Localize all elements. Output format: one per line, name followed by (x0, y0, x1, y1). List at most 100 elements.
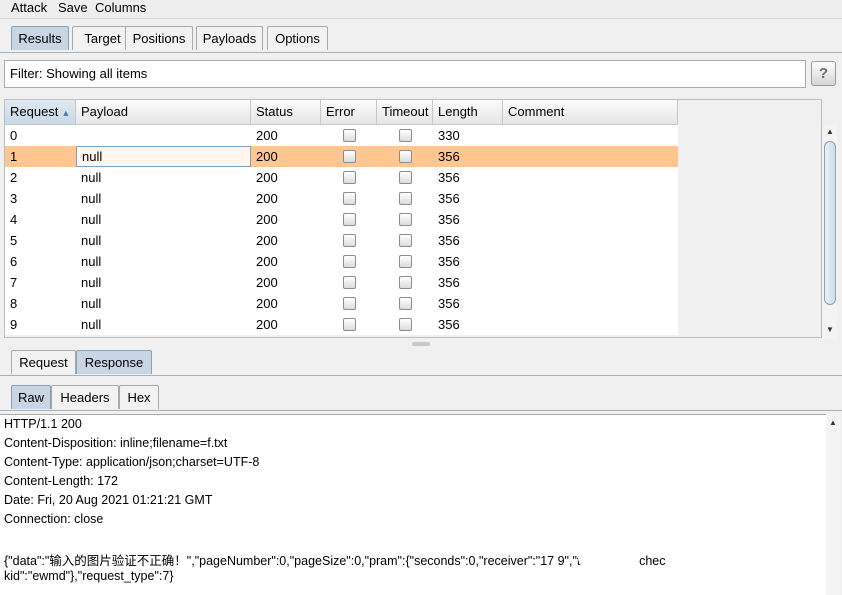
error-checkbox[interactable] (343, 129, 356, 142)
timeout-checkbox[interactable] (399, 297, 412, 310)
cell-comment (503, 251, 678, 272)
table-row[interactable]: 9 null 200 356 (5, 314, 678, 335)
table-row[interactable]: 3 null 200 356 (5, 188, 678, 209)
cell-length: 356 (438, 296, 460, 311)
table-row[interactable]: 7 null 200 356 (5, 272, 678, 293)
tab-options[interactable]: Options (267, 26, 328, 50)
tab-request[interactable]: Request (11, 350, 76, 374)
response-body-line: {"data":"输入的图片验证不正确！","pageNumber":0,"pa… (4, 554, 666, 568)
cell-payload: null (81, 170, 102, 185)
table-row[interactable]: 8 null 200 356 (5, 293, 678, 314)
menu-attack[interactable]: Attack (11, 0, 47, 16)
table-row[interactable]: 2 null 200 356 (5, 167, 678, 188)
timeout-checkbox[interactable] (399, 150, 412, 163)
column-header-status[interactable]: Status (251, 100, 321, 125)
sort-ascending-icon: ▲ (61, 108, 71, 118)
tab-results[interactable]: Results (11, 26, 69, 50)
scroll-up-icon[interactable]: ▲ (823, 125, 837, 139)
cell-request: 9 (10, 317, 18, 332)
table-header: Request ▲ Payload Status Error Timeout Le… (5, 100, 678, 125)
cell-length: 356 (438, 317, 460, 332)
cell-request: 0 (10, 128, 18, 143)
response-status-line: HTTP/1.1 200 (4, 417, 82, 431)
menu-columns[interactable]: Columns (95, 0, 146, 16)
response-header-line: Content-Disposition: inline;filename=f.t… (4, 436, 228, 450)
pane-splitter-handle[interactable] (412, 342, 430, 346)
error-checkbox[interactable] (343, 276, 356, 289)
error-checkbox[interactable] (343, 150, 356, 163)
menu-save[interactable]: Save (58, 0, 88, 16)
error-checkbox[interactable] (343, 318, 356, 331)
table-row[interactable]: 4 null 200 356 (5, 209, 678, 230)
timeout-checkbox[interactable] (399, 192, 412, 205)
cell-request: 3 (10, 191, 18, 206)
cell-status: 200 (256, 149, 278, 164)
error-checkbox[interactable] (343, 171, 356, 184)
cell-length: 356 (438, 254, 460, 269)
tab-positions[interactable]: Positions (125, 26, 193, 50)
cell-status: 200 (256, 296, 278, 311)
table-row[interactable]: 6 null 200 356 (5, 251, 678, 272)
table-row[interactable]: 0 200 330 (5, 125, 678, 146)
timeout-checkbox[interactable] (399, 213, 412, 226)
cell-payload: null (81, 317, 102, 332)
response-header-line: Content-Length: 172 (4, 474, 118, 488)
results-table: Request ▲ Payload Status Error Timeout Le… (4, 99, 837, 339)
error-checkbox[interactable] (343, 297, 356, 310)
response-viewer[interactable]: HTTP/1.1 200 Content-Disposition: inline… (0, 414, 826, 595)
cell-length: 356 (438, 275, 460, 290)
cell-length: 330 (438, 128, 460, 143)
scroll-up-icon[interactable]: ▲ (826, 416, 840, 430)
timeout-checkbox[interactable] (399, 171, 412, 184)
timeout-checkbox[interactable] (399, 318, 412, 331)
filter-bar[interactable]: Filter: Showing all items (4, 60, 806, 88)
timeout-checkbox[interactable] (399, 276, 412, 289)
table-scrollbar[interactable]: ▲ ▼ (823, 125, 837, 339)
cell-status: 200 (256, 317, 278, 332)
tab-headers[interactable]: Headers (51, 385, 119, 409)
column-header-comment[interactable]: Comment (503, 100, 678, 125)
cell-status: 200 (256, 254, 278, 269)
cell-payload: null (81, 212, 102, 227)
cell-payload: null (81, 191, 102, 206)
table-row[interactable]: 1 null 200 356 (5, 146, 678, 167)
cell-length: 356 (438, 191, 460, 206)
column-header-timeout[interactable]: Timeout (377, 100, 433, 125)
timeout-checkbox[interactable] (399, 234, 412, 247)
cell-payload: null (81, 296, 102, 311)
tab-raw[interactable]: Raw (11, 385, 51, 409)
column-header-length[interactable]: Length (433, 100, 503, 125)
tab-divider (0, 52, 842, 53)
timeout-checkbox[interactable] (399, 255, 412, 268)
help-button[interactable]: ? (811, 61, 836, 86)
response-scrollbar[interactable]: ▲ (826, 414, 840, 595)
cell-length: 356 (438, 212, 460, 227)
cell-comment (503, 314, 678, 335)
table-row[interactable]: 5 null 200 356 (5, 230, 678, 251)
column-header-payload[interactable]: Payload (76, 100, 251, 125)
cell-request: 1 (10, 149, 18, 164)
column-header-request[interactable]: Request ▲ (5, 100, 76, 125)
error-checkbox[interactable] (343, 192, 356, 205)
tab-target[interactable]: Target (72, 26, 133, 50)
cell-request: 7 (10, 275, 18, 290)
error-checkbox[interactable] (343, 255, 356, 268)
cell-length: 356 (438, 233, 460, 248)
column-header-request-label: Request (10, 104, 59, 119)
tab-response[interactable]: Response (76, 350, 152, 374)
scroll-down-icon[interactable]: ▼ (823, 323, 837, 337)
tab-hex[interactable]: Hex (119, 385, 159, 409)
error-checkbox[interactable] (343, 234, 356, 247)
cell-comment (503, 209, 678, 230)
cell-status: 200 (256, 128, 278, 143)
tab-payloads[interactable]: Payloads (196, 26, 263, 50)
cell-payload: null (81, 233, 102, 248)
column-header-error[interactable]: Error (321, 100, 377, 125)
response-header-line: Connection: close (4, 512, 104, 526)
scroll-thumb[interactable] (824, 141, 836, 305)
cell-comment (503, 125, 678, 146)
timeout-checkbox[interactable] (399, 129, 412, 142)
cell-comment (503, 188, 678, 209)
cell-request: 6 (10, 254, 18, 269)
error-checkbox[interactable] (343, 213, 356, 226)
